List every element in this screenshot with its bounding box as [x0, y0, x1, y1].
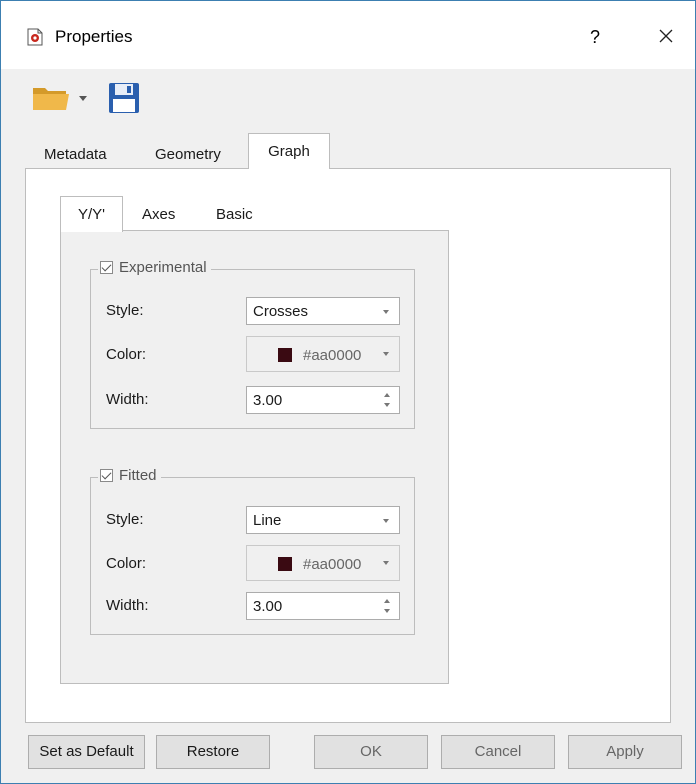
fitted-width-spinbox[interactable]: 3.00	[246, 592, 400, 620]
chevron-down-icon	[383, 519, 389, 523]
fitted-toggle[interactable]: Fitted	[98, 467, 161, 484]
chevron-down-icon	[383, 352, 389, 356]
tab-geometry[interactable]: Geometry	[155, 146, 221, 163]
fitted-style-label: Style:	[106, 511, 144, 528]
properties-document-icon	[27, 28, 43, 46]
experimental-style-label: Style:	[106, 302, 144, 319]
experimental-checkbox[interactable]	[100, 261, 113, 274]
fitted-color-value: #aa0000	[303, 556, 362, 573]
cancel-button[interactable]: Cancel	[441, 735, 555, 769]
tab-basic[interactable]: Basic	[216, 206, 253, 223]
folder-open-icon[interactable]	[32, 84, 70, 112]
spin-down-icon[interactable]	[384, 609, 390, 613]
apply-button[interactable]: Apply	[568, 735, 682, 769]
tab-metadata[interactable]: Metadata	[44, 146, 107, 163]
ok-button[interactable]: OK	[314, 735, 428, 769]
experimental-color-label: Color:	[106, 346, 147, 363]
fitted-style-value: Line	[253, 512, 282, 529]
help-button[interactable]: ?	[581, 23, 609, 51]
experimental-width-value: 3.00	[253, 392, 283, 409]
spin-up-icon[interactable]	[384, 393, 390, 397]
experimental-style-value: Crosses	[253, 303, 309, 320]
color-swatch	[278, 557, 292, 571]
tab-graph[interactable]: Graph	[248, 133, 330, 169]
fitted-label: Fitted	[119, 467, 157, 484]
close-icon	[659, 29, 673, 43]
color-swatch	[278, 348, 292, 362]
chevron-down-icon	[383, 310, 389, 314]
tab-yy[interactable]: Y/Y'	[60, 196, 123, 232]
restore-button[interactable]: Restore	[156, 735, 270, 769]
set-as-default-button[interactable]: Set as Default	[28, 735, 145, 769]
fitted-style-select[interactable]: Line	[246, 506, 400, 534]
experimental-width-spinbox[interactable]: 3.00	[246, 386, 400, 414]
chevron-down-icon	[383, 561, 389, 565]
fitted-width-label: Width:	[106, 597, 149, 614]
experimental-style-select[interactable]: Crosses	[246, 297, 400, 325]
open-dropdown-arrow[interactable]	[79, 96, 87, 101]
window-title: Properties	[55, 27, 133, 46]
spin-up-icon[interactable]	[384, 599, 390, 603]
experimental-toggle[interactable]: Experimental	[98, 259, 211, 276]
fitted-width-value: 3.00	[253, 598, 283, 615]
experimental-color-picker[interactable]: #aa0000	[246, 336, 400, 372]
experimental-color-value: #aa0000	[303, 347, 362, 364]
fitted-checkbox[interactable]	[100, 469, 113, 482]
floppy-disk-icon[interactable]	[108, 82, 140, 114]
close-button[interactable]	[651, 21, 681, 51]
fitted-color-picker[interactable]: #aa0000	[246, 545, 400, 581]
fitted-color-label: Color:	[106, 555, 147, 572]
tab-axes[interactable]: Axes	[142, 206, 175, 223]
experimental-width-label: Width:	[106, 391, 149, 408]
title-bar: Properties ?	[1, 1, 695, 69]
spin-down-icon[interactable]	[384, 403, 390, 407]
experimental-label: Experimental	[119, 259, 207, 276]
